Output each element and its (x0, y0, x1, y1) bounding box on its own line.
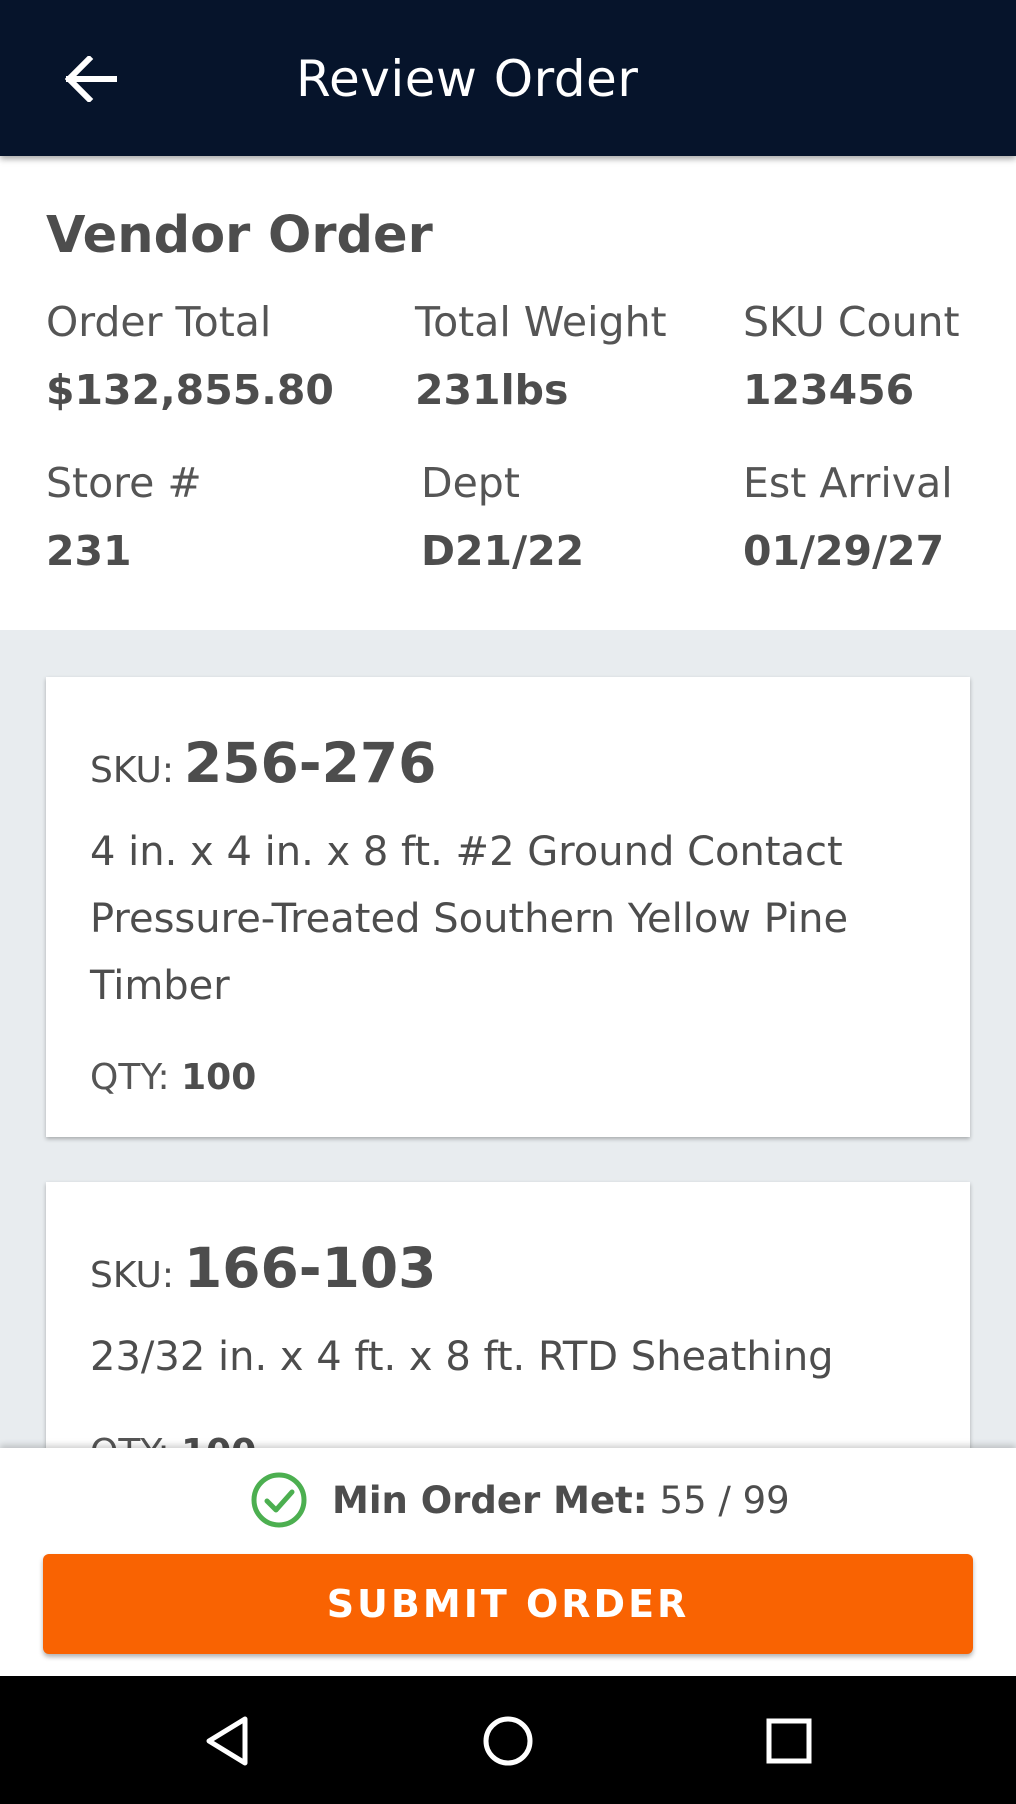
est-arrival-value: 01/29/27 (743, 527, 945, 575)
system-nav-bar (0, 1676, 1016, 1804)
sku-line: SKU: 166-103 (90, 1236, 436, 1300)
dept-label: Dept (421, 459, 520, 507)
dept-field: Dept D21/22 (421, 459, 584, 575)
back-button[interactable] (56, 44, 126, 114)
nav-home-icon (483, 1716, 533, 1766)
order-total-value: $132,855.80 (46, 366, 334, 414)
min-order-value: 55 / 99 (659, 1478, 790, 1522)
order-item-card[interactable]: SKU: 256-276 4 in. x 4 in. x 8 ft. #2 Gro… (46, 677, 970, 1137)
total-weight-label: Total Weight (415, 298, 667, 346)
qty-label: QTY: (90, 1057, 170, 1098)
nav-home-button[interactable] (473, 1706, 543, 1776)
order-total-label: Order Total (46, 298, 272, 346)
sku-line: SKU: 256-276 (90, 731, 436, 795)
order-total-field: Order Total $132,855.80 (46, 298, 334, 414)
est-arrival-field: Est Arrival 01/29/27 (743, 459, 953, 575)
screen: Review Order Vendor Order Order Total $1… (0, 0, 1016, 1804)
qty-line: QTY: 100 (90, 1057, 256, 1098)
sku-count-label: SKU Count (743, 298, 960, 346)
item-description: 23/32 in. x 4 ft. x 8 ft. RTD Sheathing (90, 1334, 834, 1380)
min-order-label: Min Order Met: (332, 1478, 648, 1522)
sku-count-field: SKU Count 123456 (743, 298, 960, 414)
order-footer: Min Order Met: 55 / 99 SUBMIT ORDER (0, 1448, 1016, 1676)
min-order-status: Min Order Met: 55 / 99 (250, 1472, 790, 1528)
page-title: Review Order (296, 50, 639, 108)
store-field: Store # 231 (46, 459, 202, 575)
arrow-left-icon (65, 56, 117, 102)
submit-order-button[interactable]: SUBMIT ORDER (43, 1554, 973, 1654)
sku-label: SKU: (90, 1255, 174, 1296)
nav-back-button[interactable] (192, 1706, 262, 1776)
order-summary: Vendor Order Order Total $132,855.80 Tot… (0, 156, 1016, 630)
summary-title: Vendor Order (46, 206, 433, 265)
check-circle-icon (250, 1471, 308, 1529)
qty-value: 100 (181, 1057, 257, 1098)
dept-value: D21/22 (421, 527, 585, 575)
est-arrival-label: Est Arrival (743, 459, 953, 507)
sku-label: SKU: (90, 750, 174, 791)
nav-back-icon (206, 1716, 248, 1766)
app-bar: Review Order (0, 0, 1016, 156)
total-weight-field: Total Weight 231lbs (415, 298, 667, 414)
sku-count-value: 123456 (743, 366, 915, 414)
sku-value: 166-103 (183, 1236, 437, 1300)
item-description: 4 in. x 4 in. x 8 ft. #2 Ground Contact … (90, 829, 849, 1009)
total-weight-value: 231lbs (415, 366, 569, 414)
store-value: 231 (46, 527, 132, 575)
store-label: Store # (46, 459, 202, 507)
sku-value: 256-276 (183, 731, 437, 795)
nav-recents-button[interactable] (754, 1706, 824, 1776)
nav-recents-icon (766, 1718, 812, 1764)
